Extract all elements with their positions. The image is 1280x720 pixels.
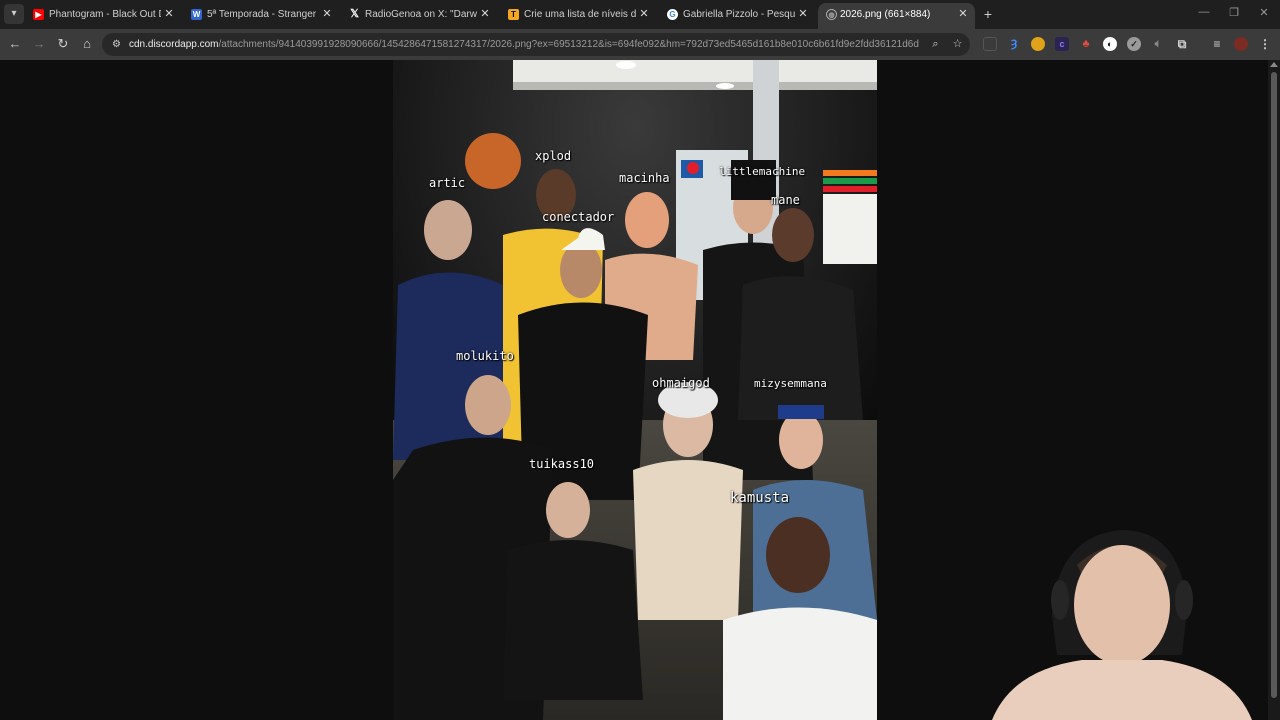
tab-title: 2026.png (661×884) bbox=[840, 9, 931, 20]
sound-icon[interactable]: 🔈︎ bbox=[1151, 37, 1165, 51]
extension-check-icon[interactable]: ✓ bbox=[1127, 37, 1141, 51]
photo-label: macinha bbox=[619, 171, 670, 185]
url-text[interactable]: cdn.discordapp.com/attachments/941403991… bbox=[129, 33, 919, 56]
tab-title: 5ª Temporada - Stranger Things bbox=[207, 9, 319, 20]
scroll-up-arrow[interactable] bbox=[1270, 62, 1278, 67]
youtube-icon: ▶ bbox=[33, 9, 44, 20]
address-bar[interactable]: ⚙ cdn.discordapp.com/attachments/9414039… bbox=[102, 33, 970, 56]
reload-icon[interactable]: ↻ bbox=[54, 35, 72, 53]
close-icon[interactable]: ✕ bbox=[321, 0, 333, 29]
globe-icon: ◍ bbox=[826, 9, 837, 20]
google-icon: G bbox=[667, 9, 678, 20]
tab-search-button[interactable]: ▾ bbox=[4, 4, 24, 24]
url-path: /attachments/941403991928090666/14542864… bbox=[218, 39, 920, 50]
x-icon: 𝕏 bbox=[350, 8, 359, 20]
extension-red-icon[interactable]: ♣ bbox=[1079, 37, 1093, 51]
page-scrollbar[interactable] bbox=[1268, 60, 1280, 720]
scroll-thumb[interactable] bbox=[1271, 72, 1277, 698]
tab-title: Phantogram - Black Out Days (Official Vi… bbox=[49, 9, 161, 20]
tab-stranger-things[interactable]: W 5ª Temporada - Stranger Things ✕ bbox=[191, 0, 333, 29]
tab-title: Crie uma lista de níveis das personagens bbox=[524, 9, 636, 20]
tab-2026-png[interactable]: ◍ 2026.png (661×884) ✕ bbox=[818, 3, 975, 29]
photo-label: conectador bbox=[542, 210, 615, 224]
url-host: cdn.discordapp.com bbox=[129, 39, 219, 50]
photo-label: littlemachine bbox=[719, 165, 806, 178]
profile-avatar[interactable] bbox=[1234, 37, 1248, 51]
window-close-icon[interactable]: ✕ bbox=[1257, 6, 1271, 19]
home-icon[interactable]: ⌂ bbox=[78, 35, 96, 53]
displayed-image[interactable]: artic xplod macinha littlemachine conect… bbox=[393, 60, 877, 720]
photo-label: molukito bbox=[456, 349, 514, 363]
tab-radiogenoa[interactable]: 𝕏 RadioGenoa on X: "Darwin lied ✕ bbox=[349, 0, 491, 29]
browser-menu-icon[interactable]: ⋮ bbox=[1258, 37, 1272, 51]
photo-label: tuikass10 bbox=[529, 457, 595, 471]
tiermaker-icon: T bbox=[508, 9, 519, 20]
photo-label: xplod bbox=[535, 149, 572, 163]
maximize-icon[interactable]: ❐ bbox=[1227, 6, 1241, 19]
close-icon[interactable]: ✕ bbox=[957, 3, 969, 26]
webcam-overlay bbox=[952, 505, 1268, 720]
extension-disabled-icon[interactable] bbox=[983, 37, 997, 51]
tab-title: Gabriella Pizzolo - Pesquisa Google bbox=[683, 9, 795, 20]
wiki-icon: W bbox=[191, 9, 202, 20]
browser-toolbar: ← → ↻ ⌂ ⚙ cdn.discordapp.com/attachments… bbox=[0, 29, 1280, 60]
close-icon[interactable]: ✕ bbox=[479, 0, 491, 29]
photo-label: mane bbox=[771, 193, 800, 207]
photo-label: artic bbox=[429, 176, 466, 190]
tab-tiermaker[interactable]: T Crie uma lista de níveis das personage… bbox=[508, 0, 650, 29]
photo-label: mizysemmana bbox=[754, 377, 827, 390]
minimize-icon[interactable]: — bbox=[1197, 6, 1211, 18]
forward-icon[interactable]: → bbox=[30, 35, 48, 53]
zoom-icon[interactable]: ⌕ bbox=[928, 37, 943, 52]
extension-purple-icon[interactable]: c bbox=[1055, 37, 1069, 51]
new-tab-button[interactable]: + bbox=[981, 5, 995, 23]
extension-color-icon[interactable] bbox=[1031, 37, 1045, 51]
media-control-icon[interactable]: ≡ bbox=[1210, 37, 1224, 51]
tab-youtube[interactable]: ▶ Phantogram - Black Out Days (Official … bbox=[33, 0, 175, 29]
close-icon[interactable]: ✕ bbox=[638, 0, 650, 29]
tab-strip: ▾ ▶ Phantogram - Black Out Days (Officia… bbox=[0, 0, 1280, 29]
bookmark-star-icon[interactable]: ☆ bbox=[950, 37, 965, 52]
photo-label: kamusta bbox=[730, 490, 790, 506]
tab-title: RadioGenoa on X: "Darwin lied bbox=[365, 9, 477, 20]
photo-graphic bbox=[393, 60, 877, 720]
photo-label: ohmaigod bbox=[652, 376, 710, 390]
tab-google-search[interactable]: G Gabriella Pizzolo - Pesquisa Google ✕ bbox=[667, 0, 809, 29]
close-icon[interactable]: ✕ bbox=[797, 0, 809, 29]
back-icon[interactable]: ← bbox=[6, 35, 24, 53]
extension-translate-icon[interactable]: Ȝ bbox=[1007, 37, 1021, 51]
extension-bw-icon[interactable]: ◐ bbox=[1103, 37, 1117, 51]
close-icon[interactable]: ✕ bbox=[163, 0, 175, 29]
webcam-graphic bbox=[952, 505, 1268, 720]
extensions-puzzle-icon[interactable]: ⧉ bbox=[1175, 37, 1189, 51]
site-info-icon[interactable]: ⚙ bbox=[110, 38, 123, 51]
